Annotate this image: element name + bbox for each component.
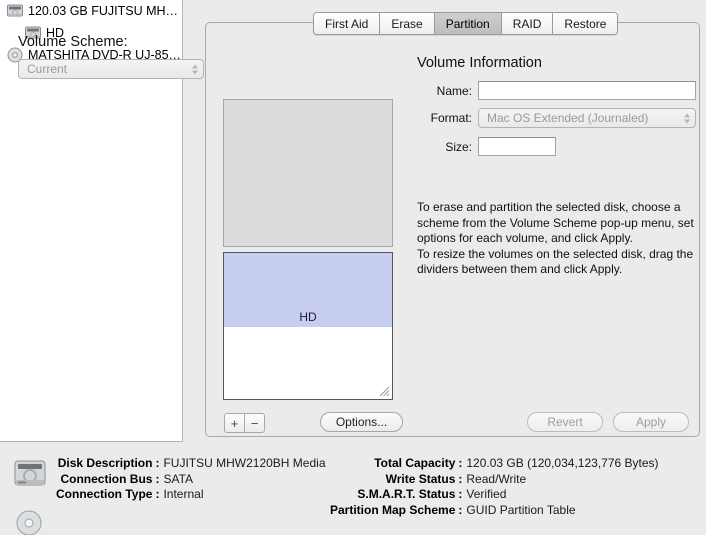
partition-help-text: To erase and partition the selected disk… — [417, 200, 702, 278]
info-row: Partition Map Scheme: GUID Partition Tabl… — [330, 503, 659, 519]
sidebar-item-fujitsu-disk[interactable]: 120.03 GB FUJITSU MHW... — [0, 0, 182, 22]
volume-scheme-popup-value: Current — [27, 62, 68, 76]
info-row: Connection Bus: SATA — [56, 472, 326, 488]
revert-button[interactable]: Revert — [527, 412, 603, 432]
resize-grip-icon[interactable] — [377, 384, 390, 397]
tab-bar[interactable]: First Aid Erase Partition RAID Restore — [313, 12, 619, 35]
info-row: Disk Description: FUJITSU MHW2120BH Media — [56, 456, 326, 472]
disk-info-panel: Disk Description: FUJITSU MHW2120BH Media… — [0, 443, 706, 535]
help-line-2: To resize the volumes on the selected di… — [417, 246, 694, 277]
disk-info-right-table: Total Capacity:120.03 GB (120,034,123,77… — [330, 456, 659, 518]
sidebar-item-label: 120.03 GB FUJITSU MHW... — [28, 4, 182, 18]
info-value: Read/Write — [466, 471, 527, 486]
info-value: Verified — [466, 487, 507, 501]
name-input[interactable] — [478, 81, 696, 100]
apply-button[interactable]: Apply — [613, 412, 689, 432]
tab-raid[interactable]: RAID — [501, 13, 554, 34]
format-popup-value: Mac OS Extended (Journaled) — [487, 111, 649, 125]
chevron-updown-icon — [190, 62, 199, 77]
volume-scheme-title: Volume Scheme: — [18, 34, 128, 50]
info-separator: : — [458, 456, 463, 470]
format-label: Format: — [430, 111, 472, 125]
info-key: Write Status — [385, 471, 456, 486]
volume-scheme-popup[interactable]: Current — [18, 59, 204, 79]
volume-information-title: Volume Information — [417, 55, 542, 71]
format-popup[interactable]: Mac OS Extended (Journaled) — [478, 108, 696, 128]
info-row: Total Capacity:120.03 GB (120,034,123,77… — [330, 456, 659, 472]
size-input[interactable] — [478, 137, 556, 156]
info-value: SATA — [163, 471, 194, 486]
chevron-updown-icon — [682, 111, 691, 126]
add-partition-button[interactable]: + — [225, 414, 245, 432]
info-separator: : — [458, 487, 463, 501]
partition-volume-hd[interactable]: HD — [224, 253, 392, 327]
disk-info-left-table: Disk Description: FUJITSU MHW2120BH Media… — [56, 456, 326, 503]
info-row: S.M.A.R.T. Status: Verified — [330, 487, 659, 503]
info-key: S.M.A.R.T. Status — [357, 487, 456, 501]
partition-volume-label: HD — [299, 310, 317, 324]
info-key: Disk Description — [57, 456, 153, 470]
info-value: GUID Partition Table — [466, 502, 576, 517]
optical-disc-icon — [16, 510, 42, 535]
size-label: Size: — [445, 139, 472, 154]
name-label: Name: — [436, 83, 472, 98]
info-separator: : — [458, 471, 463, 486]
tab-erase[interactable]: Erase — [380, 13, 435, 34]
info-value: 120.03 GB (120,034,123,776 Bytes) — [466, 456, 659, 470]
partition-map-diagram[interactable]: HD — [223, 252, 393, 400]
tab-restore[interactable]: Restore — [553, 13, 618, 34]
tab-first-aid[interactable]: First Aid — [314, 13, 381, 34]
info-separator: : — [155, 487, 160, 501]
info-row: Write Status: Read/Write — [330, 472, 659, 488]
size-row: Size: — [417, 137, 556, 156]
remove-partition-button[interactable]: − — [245, 414, 264, 432]
info-value: Internal — [163, 487, 204, 501]
tab-partition[interactable]: Partition — [434, 13, 502, 34]
name-row: Name: — [417, 81, 696, 100]
partition-add-remove-controls[interactable]: + − — [224, 413, 265, 433]
info-row: Connection Type: Internal — [56, 487, 326, 503]
help-line-1: To erase and partition the selected disk… — [417, 200, 694, 245]
options-button[interactable]: Options... — [320, 412, 403, 432]
partition-free-space-area[interactable] — [223, 99, 393, 247]
info-separator: : — [155, 471, 160, 486]
info-key: Total Capacity — [374, 456, 456, 470]
hard-disk-icon — [7, 4, 23, 17]
info-separator: : — [458, 502, 463, 517]
info-separator: : — [155, 456, 160, 470]
info-key: Connection Bus — [60, 471, 153, 486]
volume-scheme-group: Volume Scheme: Current — [18, 34, 204, 79]
info-key: Connection Type — [56, 487, 153, 501]
info-value: FUJITSU MHW2120BH Media — [163, 456, 326, 470]
info-key: Partition Map Scheme — [330, 502, 456, 517]
format-row: Format: Mac OS Extended (Journaled) — [417, 108, 696, 128]
hard-disk-icon — [14, 460, 46, 486]
